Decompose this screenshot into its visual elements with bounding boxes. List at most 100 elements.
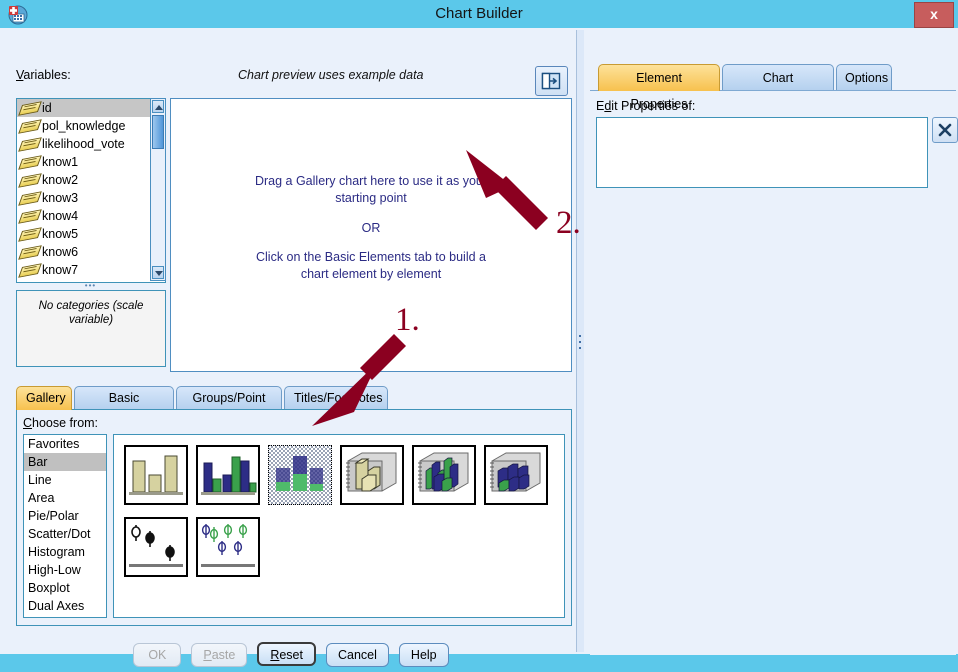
- close-x-icon: [938, 123, 952, 137]
- variables-list[interactable]: id pol_knowledge likelihood_vote know1 know2…: [16, 98, 166, 283]
- window-close-button[interactable]: x: [914, 2, 954, 28]
- variable-list-item[interactable]: likelihood_vote: [17, 135, 165, 153]
- choose-from-item[interactable]: Bar: [24, 453, 106, 471]
- window-title: Chart Builder: [435, 5, 523, 22]
- scale-ruler-icon: [18, 101, 42, 116]
- gallery-item-stacked-3d-bar[interactable]: [484, 445, 548, 505]
- variable-list-item[interactable]: pol_knowledge: [17, 117, 165, 135]
- variables-label: Variables:: [16, 68, 71, 82]
- canvas-hint-or: OR: [361, 221, 381, 235]
- scroll-down-arrow-icon[interactable]: [152, 266, 164, 279]
- splitter-grip-dot: [579, 341, 581, 343]
- gallery-item-clustered-3d-bar[interactable]: [412, 445, 476, 505]
- variable-name: know5: [42, 227, 79, 241]
- variable-name: likelihood_vote: [42, 137, 125, 151]
- canvas-hint-secondary: Click on the Basic Elements tab to build…: [171, 249, 571, 283]
- element-properties-panel: Edit Properties of:: [590, 90, 958, 655]
- gallery-tab-panel: Choose from: Favorites Bar Line Area Pie/Pol…: [16, 409, 572, 626]
- window-body: Variables: Chart preview uses example da…: [0, 28, 958, 667]
- canvas-hint-line3: Click on the Basic Elements tab to build…: [256, 250, 486, 264]
- scale-ruler-icon: [18, 173, 42, 188]
- scale-ruler-icon: [18, 137, 42, 152]
- choose-from-item[interactable]: Pie/Polar: [24, 507, 106, 525]
- gallery-item-stacked-bar[interactable]: [268, 445, 332, 505]
- builder-tab-strip: GalleryBasic ElementsGroups/Point IDTitl…: [16, 386, 570, 428]
- choose-from-item[interactable]: Boxplot: [24, 579, 106, 597]
- variable-list-item[interactable]: know5: [17, 225, 165, 243]
- variable-name: know6: [42, 245, 79, 259]
- gallery-item-clustered-error-bar[interactable]: [196, 517, 260, 577]
- edit-properties-list[interactable]: [596, 117, 928, 188]
- builder-tab-basic-elements[interactable]: Basic Elements: [74, 386, 174, 428]
- splitter-grip-dot: [579, 347, 581, 349]
- builder-tab-gallery[interactable]: Gallery: [16, 386, 72, 410]
- canvas-hint-line4: chart element by element: [300, 267, 442, 281]
- preview-note: Chart preview uses example data: [238, 68, 424, 82]
- choose-from-item[interactable]: Histogram: [24, 543, 106, 561]
- button-ok: OK: [133, 643, 182, 667]
- panel-resize-grip[interactable]: •••: [16, 282, 165, 290]
- gallery-thumbnail-grid: [113, 434, 565, 618]
- canvas-hint-line1: Drag a Gallery chart here to use it as y…: [254, 174, 488, 188]
- variable-list-item[interactable]: know6: [17, 243, 165, 261]
- close-properties-button[interactable]: [932, 117, 958, 143]
- properties-tab-strip: Element PropertiesChart AppearanceOption…: [592, 64, 956, 111]
- builder-tab-groups-point-id[interactable]: Groups/Point ID: [176, 386, 282, 428]
- scroll-up-arrow-icon[interactable]: [152, 100, 164, 113]
- gallery-item-clustered-bar[interactable]: [196, 445, 260, 505]
- gallery-item-simple-3d-bar[interactable]: [340, 445, 404, 505]
- scale-ruler-icon: [18, 119, 42, 134]
- choose-from-list[interactable]: Favorites Bar Line Area Pie/Polar Scatter/Dot…: [23, 434, 107, 618]
- canvas-hint-primary: Drag a Gallery chart here to use it as y…: [171, 173, 571, 207]
- button-paste: Paste: [191, 643, 248, 667]
- chart-builder-window: Chart Builder x Variables: Chart preview…: [0, 0, 958, 667]
- variable-list-item[interactable]: id: [17, 99, 165, 117]
- canvas-hint-line2: starting point: [335, 191, 407, 205]
- gallery-item-simple-bar[interactable]: [124, 445, 188, 505]
- chart-preview-canvas[interactable]: Drag a Gallery chart here to use it as y…: [170, 98, 572, 372]
- scale-ruler-icon: [18, 245, 42, 260]
- choose-from-item[interactable]: High-Low: [24, 561, 106, 579]
- properties-tab-element-properties[interactable]: Element Properties: [598, 64, 720, 111]
- properties-tab-options[interactable]: Options: [836, 64, 892, 91]
- choose-from-item[interactable]: Dual Axes: [24, 597, 106, 615]
- button-help[interactable]: Help: [398, 643, 449, 667]
- button-cancel[interactable]: Cancel: [326, 643, 389, 667]
- variable-name: know2: [42, 173, 79, 187]
- variables-list-scrollbar[interactable]: [150, 98, 166, 281]
- detach-panel-button[interactable]: [535, 66, 568, 96]
- variable-name: know1: [42, 155, 79, 169]
- variable-name: pol_knowledge: [42, 119, 126, 133]
- button-reset[interactable]: Reset: [257, 642, 316, 666]
- dialog-button-row: OK Paste Reset Cancel Help: [0, 642, 582, 672]
- variable-name: know4: [42, 209, 79, 223]
- choose-from-item[interactable]: Line: [24, 471, 106, 489]
- title-bar: Chart Builder x: [0, 0, 958, 28]
- variable-list-item[interactable]: know7: [17, 261, 165, 279]
- properties-tab-chart-appearance[interactable]: Chart Appearance: [722, 64, 834, 111]
- choose-from-item[interactable]: Favorites: [24, 435, 106, 453]
- scrollbar-thumb[interactable]: [152, 115, 164, 149]
- categories-text: No categories (scale variable): [38, 300, 144, 326]
- variable-list-item[interactable]: know3: [17, 189, 165, 207]
- variable-name: know7: [42, 263, 79, 277]
- scale-ruler-icon: [18, 155, 42, 170]
- variable-list-item[interactable]: know2: [17, 171, 165, 189]
- variable-name: know3: [42, 191, 79, 205]
- right-pane: Element PropertiesChart AppearanceOption…: [584, 28, 958, 655]
- variable-list-item[interactable]: know1: [17, 153, 165, 171]
- gallery-item-simple-error-bar[interactable]: [124, 517, 188, 577]
- scale-ruler-icon: [18, 227, 42, 242]
- scale-ruler-icon: [18, 191, 42, 206]
- categories-box: No categories (scale variable): [16, 290, 166, 367]
- left-pane: Variables: Chart preview uses example da…: [0, 28, 582, 667]
- scale-ruler-icon: [18, 263, 42, 278]
- scale-ruler-icon: [18, 209, 42, 224]
- splitter-grip-dot: [579, 335, 581, 337]
- choose-from-item[interactable]: Scatter/Dot: [24, 525, 106, 543]
- choose-from-item[interactable]: Area: [24, 489, 106, 507]
- choose-from-label: Choose from:: [23, 416, 99, 430]
- variable-list-item[interactable]: know4: [17, 207, 165, 225]
- builder-tab-titles-footnotes[interactable]: Titles/Footnotes: [284, 386, 388, 410]
- detach-panel-icon: [541, 72, 561, 90]
